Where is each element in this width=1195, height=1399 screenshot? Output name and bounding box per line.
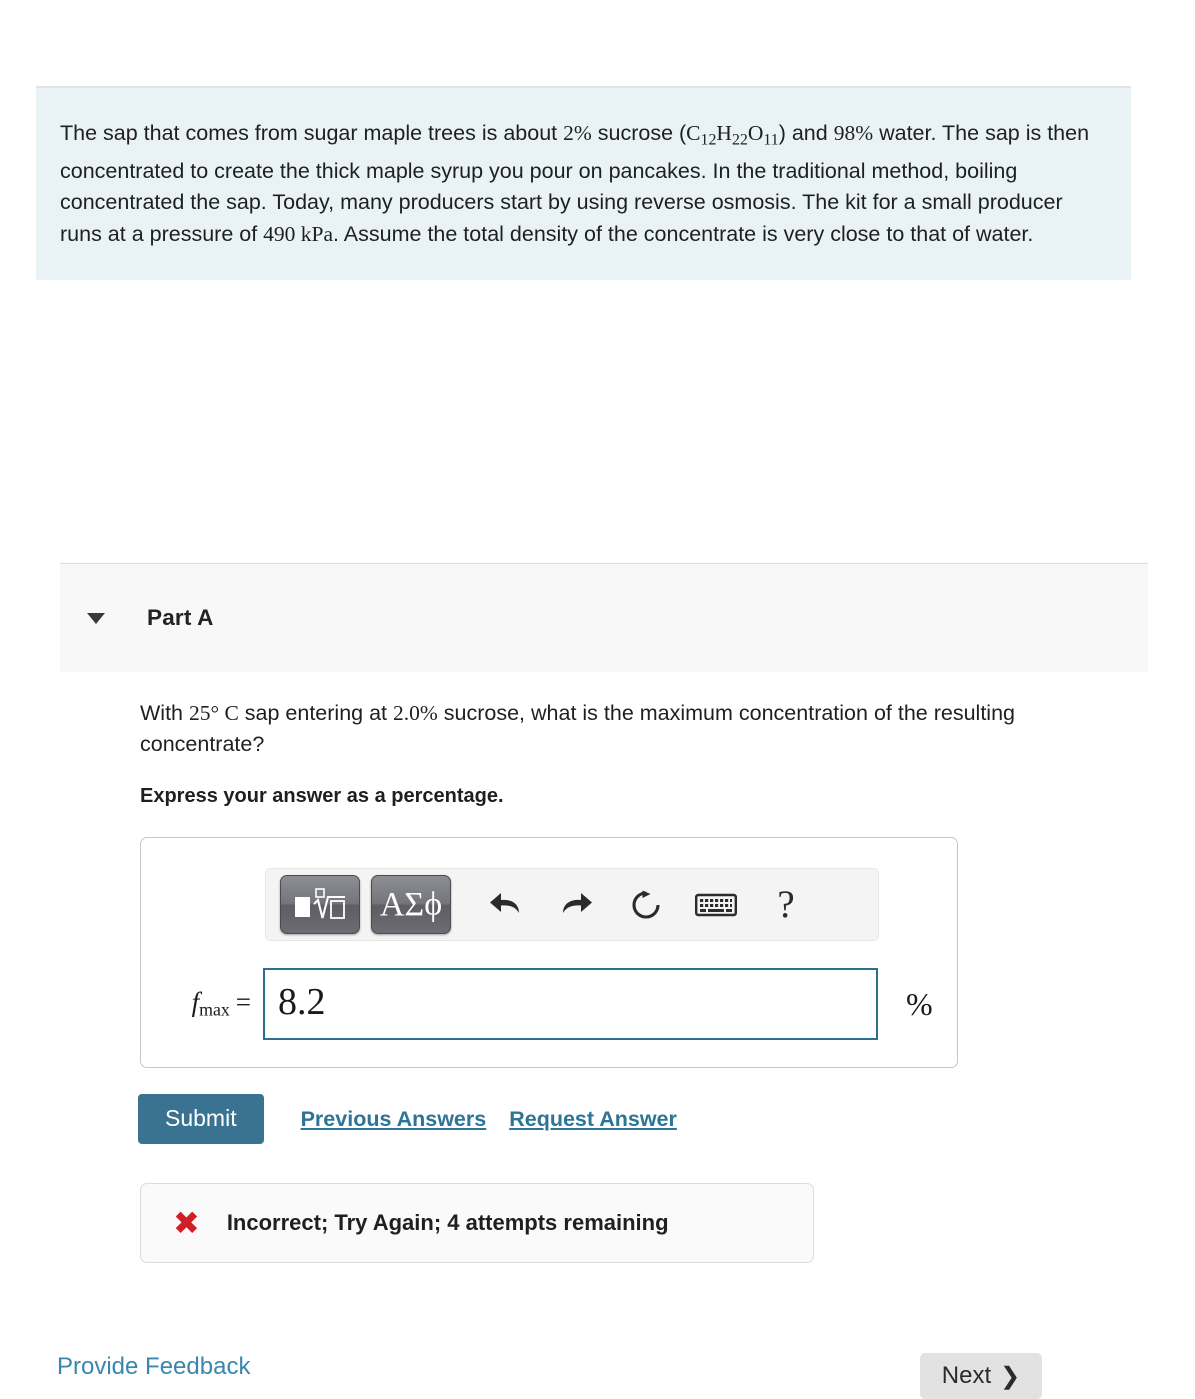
problem-statement-panel: The sap that comes from sugar maple tree… [36,86,1131,281]
caret-down-icon[interactable] [87,612,105,624]
formula-h-subscript: 22 [731,131,748,149]
feedback-message: Incorrect; Try Again; 4 attempts remaini… [226,1210,669,1235]
greek-symbols-button[interactable]: ΑΣϕ [371,875,451,934]
reset-icon[interactable] [618,877,674,933]
question-part-2: sap entering at [238,701,393,725]
help-question-mark: ? [777,883,795,926]
part-a-section: Part A With 25° C sap entering at 2.0% s… [60,563,1148,808]
feedback-banner: ✖ Incorrect; Try Again; 4 attempts remai… [140,1183,814,1263]
problem-text-part-2: sucrose ( [591,121,687,145]
template-sqrt-icon[interactable] [280,875,360,934]
chevron-right-icon: ❯ [1000,1362,1021,1390]
problem-water-percent: 98% [833,121,874,145]
variable-name: f [191,987,200,1018]
next-button[interactable]: Next ❯ [920,1353,1042,1399]
answer-unit-label: % [906,985,933,1022]
problem-pressure-value: 490 kPa [263,221,334,246]
problem-text-part-3: ) and [778,121,834,145]
incorrect-x-icon: ✖ [173,1204,200,1242]
part-a-body: With 25° C sap entering at 2.0% sucrose,… [60,672,1148,808]
answer-input-row: fmax= % [141,963,959,1045]
submit-button[interactable]: Submit [138,1094,264,1144]
formula-c-subscript: 12 [700,131,717,149]
answer-variable-label: fmax = [141,987,263,1021]
next-button-label: Next [941,1362,992,1389]
sucrose-chemical-formula: C12H22O11 [686,121,779,149]
variable-subscript: max [199,999,230,1020]
formula-o-subscript: 11 [763,131,779,149]
redo-icon[interactable] [548,877,604,933]
formula-h: H [716,121,732,145]
formula-o: O [747,121,764,145]
part-a-instruction: Express your answer as a percentage. [140,785,504,807]
problem-text-part-5: . Assume the total density of the concen… [333,221,1034,246]
part-a-title: Part A [147,605,214,630]
part-a-header[interactable]: Part A [60,563,1148,672]
undo-icon[interactable] [478,877,534,933]
math-toolbar: ΑΣϕ ? [265,868,879,941]
answer-entry-container: ΑΣϕ ? fmax = 8.2 % [140,837,958,1068]
answer-actions: Submit Previous Answers Request Answer [138,1094,677,1144]
equals-sign: = [235,987,251,1018]
question-concentration: 2.0% [393,701,438,725]
problem-statement-text: The sap that comes from sugar maple tree… [60,118,1105,250]
question-temperature: 25° C [188,701,239,725]
page-scrollbar-track[interactable] [1150,0,1157,1382]
previous-answers-link[interactable]: Previous Answers [301,1107,487,1132]
help-icon[interactable]: ? [758,877,814,933]
keyboard-icon[interactable] [688,877,744,933]
problem-text-part-1: The sap that comes from sugar maple tree… [60,121,564,145]
answer-input[interactable] [263,968,878,1040]
problem-sucrose-percent: 2% [563,121,592,145]
provide-feedback-link[interactable]: Provide Feedback [57,1353,250,1381]
request-answer-link[interactable]: Request Answer [509,1107,677,1132]
question-part-1: With [140,701,189,725]
part-a-question-text: With 25° C sap entering at 2.0% sucrose,… [140,698,1115,760]
formula-c: C [686,121,701,145]
